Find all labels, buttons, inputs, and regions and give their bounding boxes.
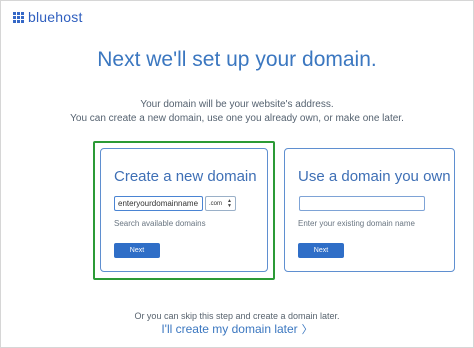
intro-line-2: You can create a new domain, use one you… — [70, 113, 404, 124]
own-domain-card[interactable]: Use a domain you own Enter your existing… — [284, 148, 455, 272]
own-domain-title: Use a domain you own — [298, 168, 451, 185]
tld-select[interactable]: .com ▲ ▼ — [205, 196, 236, 211]
brand-name: bluehost — [28, 9, 83, 25]
search-helper-text: Search available domains — [114, 219, 206, 228]
existing-domain-input[interactable] — [299, 196, 425, 211]
chevron-right-icon: 〉 — [301, 324, 313, 336]
brand-logo[interactable]: bluehost — [13, 9, 83, 25]
select-arrows-icon: ▲ ▼ — [227, 197, 232, 209]
existing-domain-helper-text: Enter your existing domain name — [298, 219, 415, 228]
domain-name-input[interactable] — [114, 196, 203, 211]
own-domain-next-button[interactable]: Next — [298, 243, 344, 258]
create-domain-title: Create a new domain — [114, 168, 257, 185]
intro-line-1: Your domain will be your website's addre… — [140, 99, 334, 110]
page-title: Next we'll set up your domain. — [97, 48, 377, 71]
skip-domain-link[interactable]: I'll create my domain later 〉 — [0, 321, 474, 337]
tld-value: .com — [209, 200, 223, 207]
skip-text: Or you can skip this step and create a d… — [134, 311, 340, 321]
grid-logo-icon — [13, 11, 24, 23]
skip-link-label: I'll create my domain later — [161, 322, 298, 336]
create-domain-card[interactable]: Create a new domain .com ▲▼ Search avail… — [100, 148, 268, 272]
create-domain-next-button[interactable]: Next — [114, 243, 160, 258]
